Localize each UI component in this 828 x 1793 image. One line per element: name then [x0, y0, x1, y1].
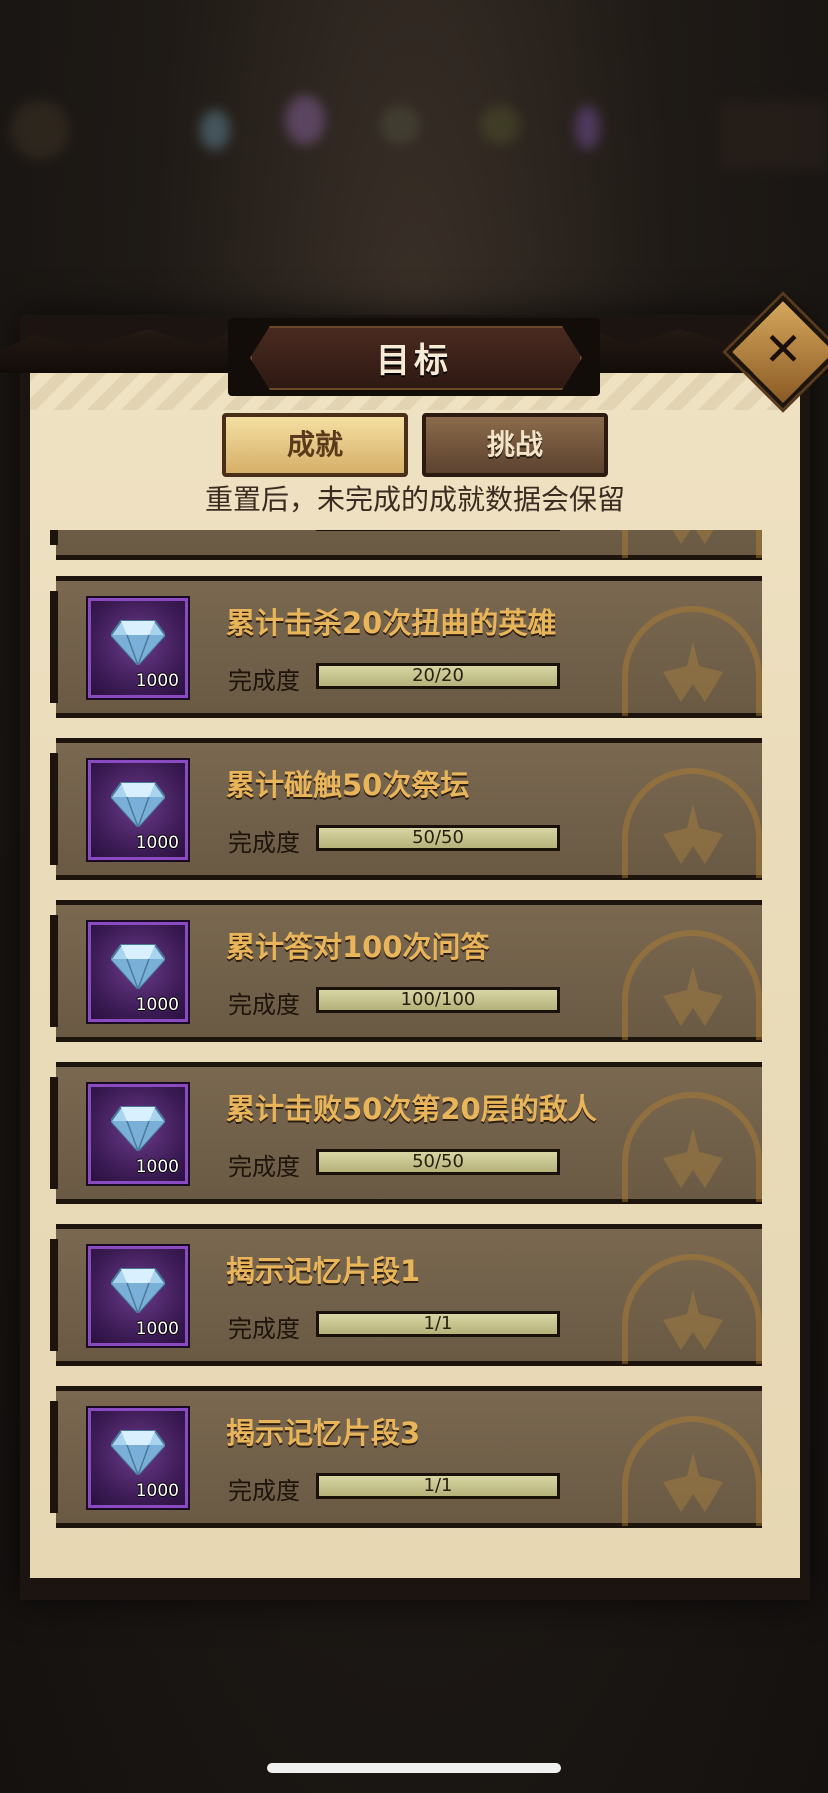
game-screen: 目标 ✕ 成就 挑战 重置后，未完成的成就数据会保留 1000 累计击杀20次扭… [0, 0, 828, 1793]
reward-slot[interactable]: 1000 [88, 1084, 188, 1184]
achievement-title: 累计击杀20次扭曲的英雄 [226, 606, 557, 640]
progress-label: 完成度 [228, 991, 300, 1019]
reward-slot[interactable]: 1000 [88, 922, 188, 1022]
reward-count: 1000 [135, 1481, 179, 1501]
reward-count: 1000 [135, 1319, 179, 1339]
progress-label: 完成度 [228, 1477, 300, 1505]
progress-label: 完成度 [228, 829, 300, 857]
tab-challenges[interactable]: 挑战 [422, 413, 608, 477]
progress-bar: 1/1 [316, 1473, 560, 1499]
reward-count: 1000 [135, 671, 179, 691]
achievement-title: 揭示记忆片段3 [226, 1416, 421, 1450]
diamond-icon [111, 782, 165, 827]
achievement-item-partial [50, 530, 762, 560]
progress-bar: 50/50 [316, 825, 560, 851]
reward-slot[interactable]: 1000 [88, 760, 188, 860]
progress-text: 1/1 [423, 1475, 453, 1496]
progress-label: 完成度 [228, 1153, 300, 1181]
reward-count: 1000 [135, 1157, 179, 1177]
reward-count: 1000 [135, 833, 179, 853]
background-hud [0, 80, 828, 280]
progress-bar: 20/20 [316, 663, 560, 689]
tab-achievements[interactable]: 成就 [222, 413, 408, 477]
reward-slot[interactable]: 1000 [88, 1246, 188, 1346]
reward-slot[interactable]: 1000 [88, 1408, 188, 1508]
diamond-icon [111, 944, 165, 989]
progress-text: 1/1 [423, 1313, 453, 1334]
dialog-bottom-edge [20, 1578, 810, 1600]
progress-text: 20/20 [412, 665, 464, 686]
achievement-title: 累计碰触50次祭坛 [226, 768, 470, 802]
achievement-item: 1000 累计击败50次第20层的敌人 完成度 50/50 [50, 1062, 762, 1204]
diamond-icon [111, 1430, 165, 1475]
achievement-list[interactable]: 1000 累计击杀20次扭曲的英雄 完成度 20/20 1000 累计碰触50次… [30, 530, 800, 1540]
achievement-item: 1000 累计答对100次问答 完成度 100/100 [50, 900, 762, 1042]
progress-bar: 50/50 [316, 1149, 560, 1175]
diamond-icon [111, 1268, 165, 1313]
progress-text: 100/100 [400, 989, 476, 1010]
progress-bar: 100/100 [316, 987, 560, 1013]
reward-count: 1000 [135, 995, 179, 1015]
achievement-title: 累计击败50次第20层的敌人 [226, 1092, 597, 1126]
diamond-icon [111, 620, 165, 665]
progress-label: 完成度 [228, 667, 300, 695]
achievement-title: 揭示记忆片段1 [226, 1254, 421, 1288]
progress-text: 50/50 [412, 1151, 464, 1172]
achievement-item: 1000 累计碰触50次祭坛 完成度 50/50 [50, 738, 762, 880]
diamond-icon [111, 1106, 165, 1151]
home-indicator[interactable] [267, 1763, 561, 1773]
progress-label: 完成度 [228, 1315, 300, 1343]
achievement-item: 1000 揭示记忆片段1 完成度 1/1 [50, 1224, 762, 1366]
achievement-item: 1000 揭示记忆片段3 完成度 1/1 [50, 1386, 762, 1528]
reward-slot[interactable]: 1000 [88, 598, 188, 698]
progress-bar [316, 530, 560, 531]
progress-bar: 1/1 [316, 1311, 560, 1337]
close-icon[interactable]: ✕ [743, 312, 823, 392]
achievement-item: 1000 累计击杀20次扭曲的英雄 完成度 20/20 [50, 576, 762, 718]
progress-text: 50/50 [412, 827, 464, 848]
dialog-title: 目标 [376, 341, 452, 381]
emblem-watermark-icon [622, 530, 762, 558]
achievement-title: 累计答对100次问答 [226, 930, 490, 964]
reset-notice: 重置后，未完成的成就数据会保留 [204, 483, 625, 516]
